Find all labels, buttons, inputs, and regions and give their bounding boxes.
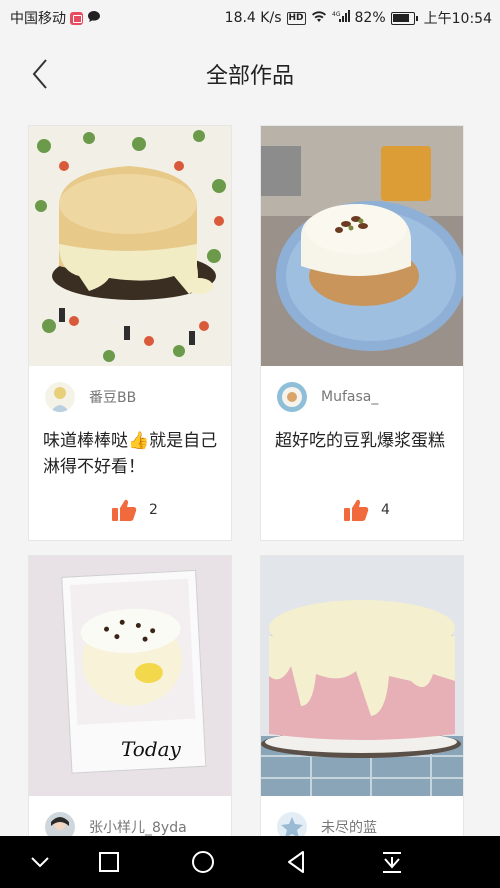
work-caption: 超好吃的豆乳爆浆蛋糕: [275, 431, 445, 451]
thumbs-up-icon: [112, 499, 137, 521]
recent-apps-square-icon[interactable]: [95, 848, 123, 876]
svg-text:4G: 4G: [332, 11, 341, 18]
avatar[interactable]: [277, 382, 307, 412]
author-row[interactable]: 番豆BB: [45, 382, 136, 412]
home-circle-icon[interactable]: [189, 848, 217, 876]
avatar[interactable]: [45, 382, 75, 412]
work-card[interactable]: 番豆BB 味道棒棒哒👍就是自己淋得不好看！ 2: [28, 125, 232, 541]
work-caption: 味道棒棒哒👍就是自己淋得不好看！: [43, 431, 218, 477]
notification-badge-icon: [70, 11, 83, 25]
like-button[interactable]: 4: [343, 498, 390, 522]
back-triangle-icon[interactable]: [283, 848, 311, 876]
work-photo[interactable]: [29, 126, 231, 366]
download-icon[interactable]: [378, 848, 406, 876]
work-photo[interactable]: Today: [29, 556, 231, 796]
author-name: Mufasa_: [321, 389, 379, 405]
thumbs-up-icon: [344, 499, 369, 521]
work-photo[interactable]: [261, 126, 463, 366]
battery-percent: 82%: [354, 10, 386, 26]
work-card[interactable]: Mufasa_ 超好吃的豆乳爆浆蛋糕 4: [260, 125, 464, 541]
wifi-icon: [311, 10, 327, 27]
work-photo[interactable]: [261, 556, 463, 796]
network-speed: 18.4 K/s: [224, 10, 282, 26]
clock: 上午10:54: [423, 11, 492, 27]
work-card[interactable]: 未尽的蓝: [260, 555, 464, 847]
photo-handwritten-text: Today: [121, 737, 182, 761]
battery-icon: [390, 11, 418, 25]
hd-icon: HD: [286, 11, 306, 25]
carrier-label: 中国移动: [10, 11, 66, 27]
status-bar: 中国移动 18.4 K/s HD 4G 82% 上午10:54: [0, 0, 500, 34]
like-button[interactable]: 2: [111, 498, 158, 522]
author-name: 张小样儿_8yda: [89, 820, 187, 836]
page-header: 全部作品: [0, 34, 500, 114]
work-card[interactable]: Today 张小样儿_8yda: [28, 555, 232, 847]
author-name: 番豆BB: [89, 390, 137, 406]
like-count: 2: [149, 502, 158, 518]
author-row[interactable]: Mufasa_: [277, 382, 378, 412]
message-icon: [87, 10, 101, 27]
chevron-down-icon[interactable]: [26, 848, 54, 876]
page-title: 全部作品: [205, 64, 294, 89]
author-name: 未尽的蓝: [321, 820, 377, 836]
signal-icon: 4G: [332, 9, 350, 27]
like-count: 4: [381, 502, 390, 518]
system-nav-bar: [0, 836, 500, 888]
